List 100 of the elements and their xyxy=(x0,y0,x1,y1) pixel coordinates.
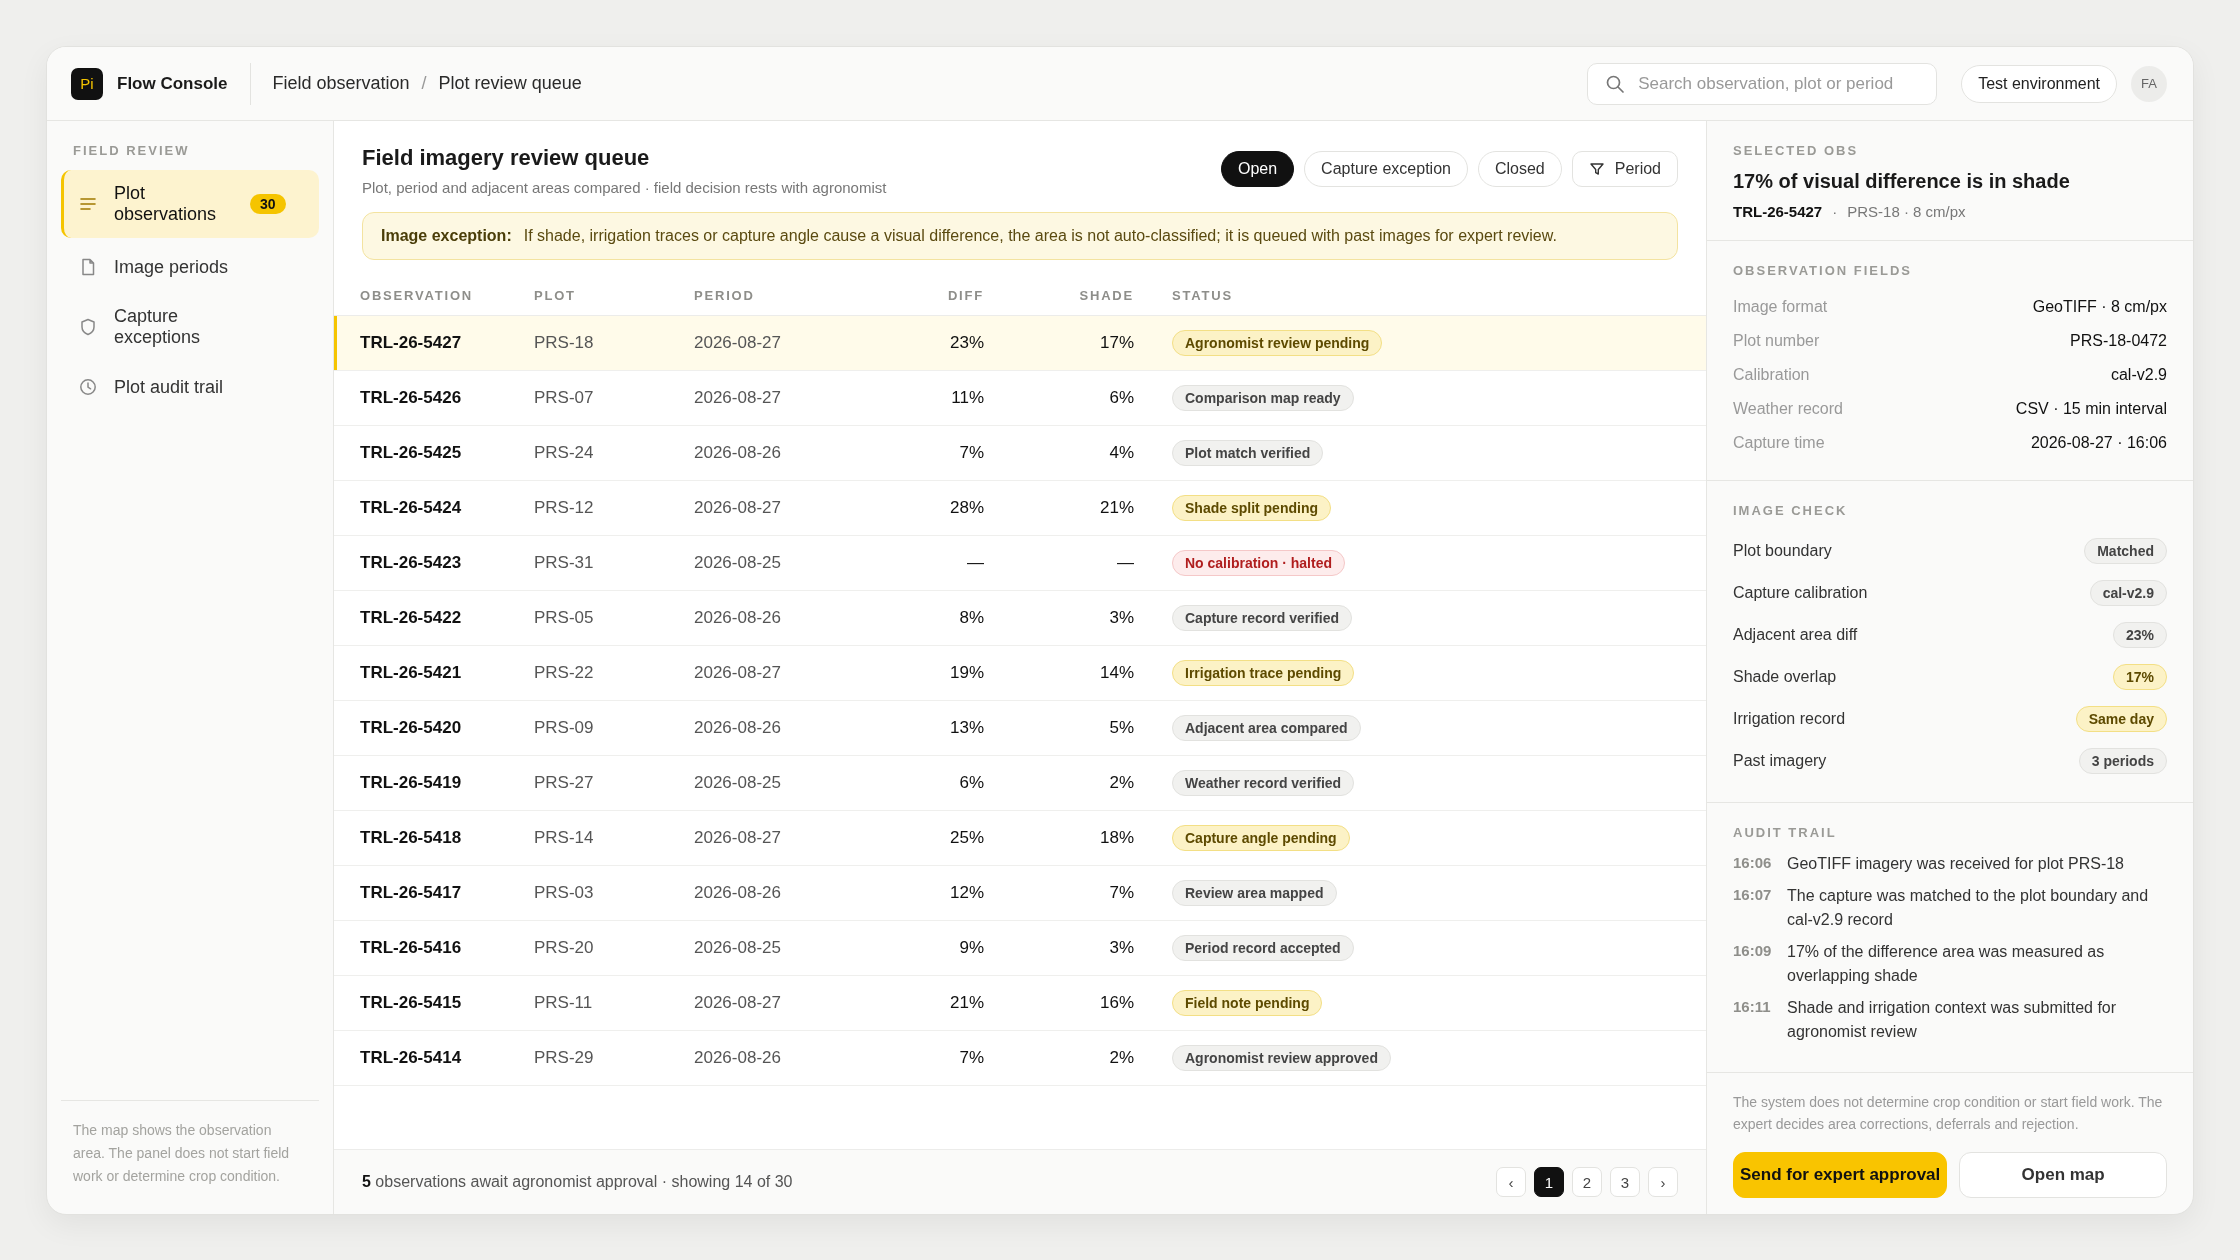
table-cell: 13% xyxy=(864,700,984,756)
table-cell: 2026-08-25 xyxy=(694,755,864,811)
table-cell: PRS-27 xyxy=(534,755,694,811)
page-button[interactable]: 1 xyxy=(1534,1167,1564,1197)
disclaimer-note: The system does not determine crop condition or start field work. The expert decides area corrections, deferrals and rejection. xyxy=(1732,1093,2164,1135)
audit-entry: The capture was matched to the plot boundary and cal-v2.9 record xyxy=(1787,886,2150,930)
table-cell: TRL-26-5425 xyxy=(334,425,534,481)
field-label: Capture time xyxy=(1733,434,1825,452)
status-badge: Weather record verified xyxy=(1172,770,1355,796)
open-map-button[interactable]: Open map xyxy=(1959,1151,2167,1198)
next-page-button[interactable]: › xyxy=(1648,1167,1678,1197)
table-cell: 7% xyxy=(864,1030,984,1086)
table-cell: 2% xyxy=(984,755,1134,811)
table-cell: 6% xyxy=(864,755,984,811)
shield-icon xyxy=(78,317,98,337)
table-cell: TRL-26-5422 xyxy=(334,590,534,646)
environment-button[interactable]: Test environment xyxy=(1961,64,2117,103)
check-label: Plot boundary xyxy=(1733,542,1832,560)
status-badge: Shade split pending xyxy=(1172,495,1331,521)
table-cell: TRL-26-5421 xyxy=(334,645,534,701)
clock-icon xyxy=(78,377,98,397)
table-cell: 2026-08-27 xyxy=(694,810,864,866)
app-logo: Pi xyxy=(71,67,103,100)
field-label: Plot number xyxy=(1733,332,1820,350)
table-cell: TRL-26-5426 xyxy=(334,370,534,426)
table-cell: 2026-08-26 xyxy=(694,865,864,921)
field-label: Image format xyxy=(1733,298,1828,316)
filter-chip[interactable]: Period xyxy=(1571,151,1678,187)
previous-page-button[interactable]: ‹ xyxy=(1496,1167,1526,1197)
table-cell: PRS-14 xyxy=(534,810,694,866)
page-button[interactable]: 3 xyxy=(1610,1167,1640,1197)
table-cell: PRS-29 xyxy=(534,1030,694,1086)
status-badge: Field note pending xyxy=(1172,990,1323,1016)
table-cell: TRL-26-5418 xyxy=(334,810,534,866)
sidebar-item[interactable]: Image periods xyxy=(61,242,319,292)
table-cell: 3% xyxy=(984,590,1134,646)
table-cell: 5% xyxy=(984,700,1134,756)
field-value: 2026-08-27 · 16:06 xyxy=(2030,434,2167,452)
table-cell: TRL-26-5420 xyxy=(334,700,534,756)
column-header: DIFF xyxy=(864,274,984,316)
table-cell: 21% xyxy=(864,975,984,1031)
table-cell: 23% xyxy=(864,315,984,371)
sidebar-item[interactable]: Plot audit trail xyxy=(61,362,319,412)
check-label: Capture calibration xyxy=(1733,584,1868,602)
column-header: OBSERVATION xyxy=(334,274,534,316)
check-badge: 17% xyxy=(2112,664,2167,690)
filter-chip[interactable]: Capture exception xyxy=(1304,151,1468,187)
table-cell: PRS-24 xyxy=(534,425,694,481)
table-cell: TRL-26-5416 xyxy=(334,920,534,976)
section-heading: AUDIT TRAIL xyxy=(1733,825,1838,840)
meta-separator: · xyxy=(1832,203,1838,220)
table-cell: 14% xyxy=(984,645,1134,701)
sidebar-item-label: Image periods xyxy=(114,256,230,278)
table-cell: 4% xyxy=(984,425,1134,481)
user-avatar[interactable]: FA xyxy=(2131,65,2167,102)
breadcrumb-item[interactable]: Plot review queue xyxy=(438,73,582,94)
status-badge: Agronomist review approved xyxy=(1172,1045,1391,1071)
status-badge: No calibration · halted xyxy=(1172,550,1345,576)
field-label: Calibration xyxy=(1733,366,1810,384)
breadcrumb-item[interactable]: Field observation xyxy=(272,73,410,94)
table-cell: 2026-08-26 xyxy=(694,425,864,481)
observation-meta: PRS-18 · 8 cm/px xyxy=(1847,203,1966,220)
send-for-approval-button[interactable]: Send for expert approval xyxy=(1733,1151,1948,1198)
table-cell: TRL-26-5415 xyxy=(334,975,534,1031)
table-cell: PRS-20 xyxy=(534,920,694,976)
table-cell: 3% xyxy=(984,920,1134,976)
sidebar-item[interactable]: Capture exceptions xyxy=(61,296,319,358)
table-cell: 9% xyxy=(864,920,984,976)
table-cell: 21% xyxy=(984,480,1134,536)
table-cell: 2026-08-27 xyxy=(694,975,864,1031)
section-heading: SELECTED OBS xyxy=(1733,143,1860,158)
status-badge: Irrigation trace pending xyxy=(1172,660,1355,686)
status-badge: Capture record verified xyxy=(1172,605,1353,631)
sidebar-item[interactable]: Plot observations 30 xyxy=(61,170,319,238)
app-name: Flow Console xyxy=(117,73,228,94)
field-value: GeoTIFF · 8 cm/px xyxy=(2032,298,2167,316)
table-cell: TRL-26-5424 xyxy=(334,480,534,536)
audit-entry: GeoTIFF imagery was received for plot PRS-18 xyxy=(1787,854,2124,874)
filter-chip[interactable]: Open xyxy=(1220,151,1295,187)
search-icon xyxy=(1605,73,1626,94)
table-cell: 2026-08-27 xyxy=(694,315,864,371)
audit-entry: Shade and irrigation context was submitted for agronomist review xyxy=(1787,998,2118,1042)
table-cell: 2026-08-25 xyxy=(694,535,864,591)
page-button[interactable]: 2 xyxy=(1572,1167,1602,1197)
table-cell: 16% xyxy=(984,975,1134,1031)
table-cell: TRL-26-5423 xyxy=(334,535,534,591)
section-heading: FIELD REVIEW xyxy=(72,143,191,160)
table-cell: 17% xyxy=(984,315,1134,371)
table-cell: 2026-08-26 xyxy=(694,700,864,756)
page-subtitle: Plot, period and adjacent areas compared · field decision rests with agronomist xyxy=(362,179,888,196)
table-cell: PRS-12 xyxy=(534,480,694,536)
check-badge: Matched xyxy=(2084,538,2167,564)
check-label: Shade overlap xyxy=(1733,668,1837,686)
filter-chip[interactable]: Closed xyxy=(1477,151,1562,187)
field-value: cal-v2.9 xyxy=(2110,366,2167,384)
table-cell: 6% xyxy=(984,370,1134,426)
table-cell: 12% xyxy=(864,865,984,921)
check-badge: 23% xyxy=(2112,622,2167,648)
search-field[interactable]: Search observation, plot or period xyxy=(1587,62,1938,105)
section-heading: OBSERVATION FIELDS xyxy=(1733,263,1913,278)
